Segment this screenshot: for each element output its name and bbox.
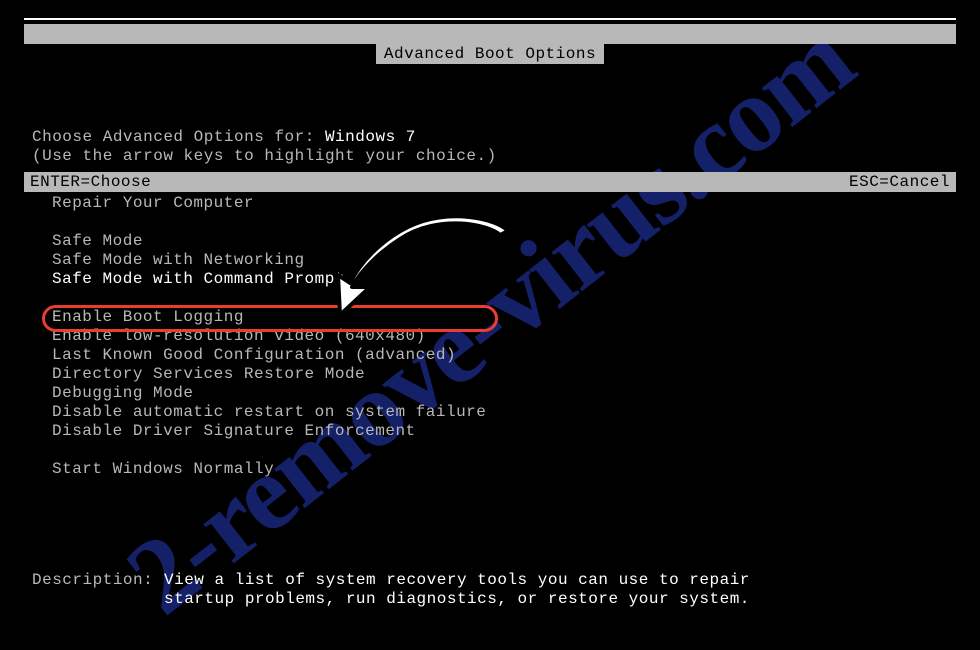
description-label: Description: [32, 571, 164, 589]
page-title-wrap: Advanced Boot Options [0, 44, 980, 64]
hint-line: (Use the arrow keys to highlight your ch… [32, 147, 497, 166]
boot-menu-item[interactable]: Last Known Good Configuration (advanced) [52, 346, 486, 365]
boot-menu-item[interactable]: Safe Mode with Networking [52, 251, 486, 270]
choose-line: Choose Advanced Options for: Windows 7 [32, 128, 416, 147]
os-name: Windows 7 [325, 128, 416, 146]
boot-menu-item[interactable]: Debugging Mode [52, 384, 486, 403]
footer-esc-label: ESC=Cancel [849, 173, 950, 191]
menu-spacer [52, 441, 486, 460]
description-block: Description: View a list of system recov… [32, 571, 750, 609]
boot-menu-item[interactable]: Repair Your Computer [52, 194, 486, 213]
footer-enter-label: ENTER=Choose [30, 173, 151, 191]
page-title: Advanced Boot Options [376, 44, 604, 64]
boot-menu-item[interactable]: Start Windows Normally [52, 460, 486, 479]
description-text: View a list of system recovery tools you… [164, 571, 750, 609]
boot-menu-item[interactable]: Disable Driver Signature Enforcement [52, 422, 486, 441]
choose-prefix: Choose Advanced Options for: [32, 128, 325, 146]
boot-menu-item[interactable]: Safe Mode [52, 232, 486, 251]
boot-menu-item[interactable]: Enable Boot Logging [52, 308, 486, 327]
boot-menu-item[interactable]: Disable automatic restart on system fail… [52, 403, 486, 422]
menu-spacer [52, 213, 486, 232]
boot-menu-item[interactable]: Safe Mode with Command Prompt [52, 270, 486, 289]
boot-menu[interactable]: Repair Your ComputerSafe ModeSafe Mode w… [52, 194, 486, 479]
boot-menu-item[interactable]: Enable low-resolution video (640x480) [52, 327, 486, 346]
menu-spacer [52, 289, 486, 308]
boot-menu-item[interactable]: Directory Services Restore Mode [52, 365, 486, 384]
title-bar [24, 24, 956, 44]
footer-bar: ENTER=Choose ESC=Cancel [24, 172, 956, 192]
